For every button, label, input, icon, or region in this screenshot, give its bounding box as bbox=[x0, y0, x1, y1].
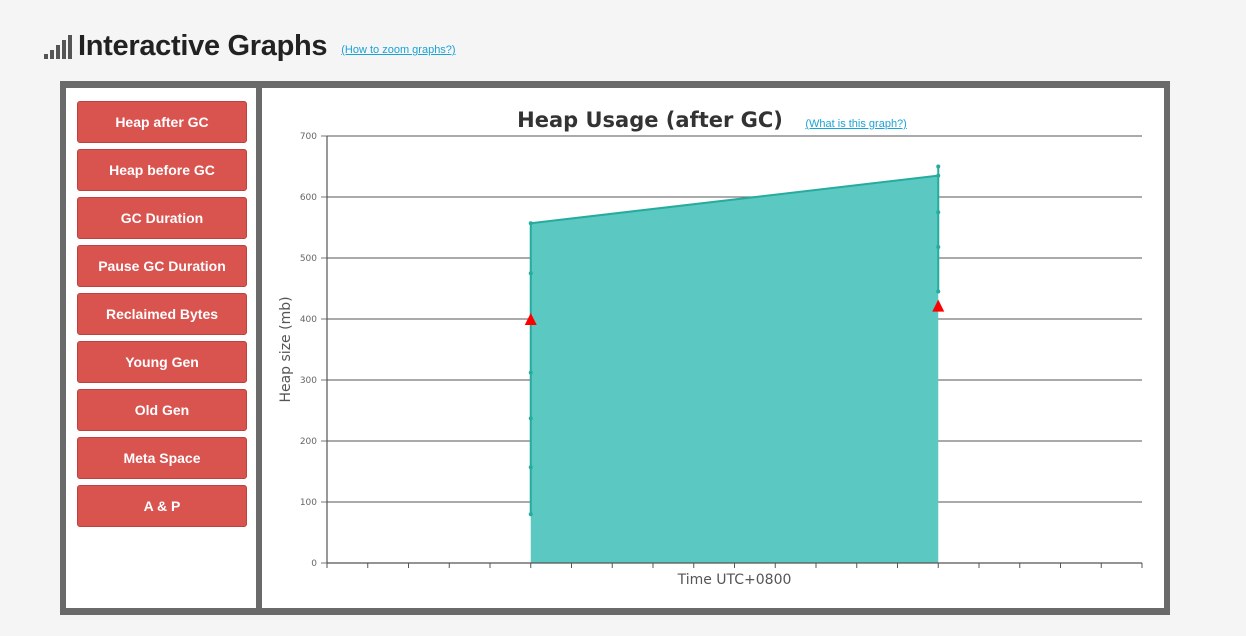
heap-area bbox=[530, 175, 939, 563]
page-header: Interactive Graphs (How to zoom graphs?) bbox=[44, 28, 456, 64]
y-axis-title: Heap size (mb) bbox=[278, 296, 294, 402]
heap-before-gc-button[interactable]: Heap before GC bbox=[77, 149, 247, 191]
gc-duration-button[interactable]: GC Duration bbox=[77, 197, 247, 239]
page-title: Interactive Graphs bbox=[78, 29, 328, 62]
a-and-p-button[interactable]: A & P bbox=[77, 485, 247, 527]
heap-usage-chart[interactable]: Heap Usage (after GC) (What is this grap… bbox=[272, 96, 1152, 599]
heap-data-point[interactable] bbox=[936, 173, 941, 178]
heap-data-point[interactable] bbox=[528, 271, 533, 276]
graphs-frame: Heap after GC Heap before GC GC Duration… bbox=[60, 81, 1170, 615]
meta-space-button[interactable]: Meta Space bbox=[77, 437, 247, 479]
heap-data-point[interactable] bbox=[936, 245, 941, 250]
heap-data-point[interactable] bbox=[936, 164, 941, 169]
heap-data-point[interactable] bbox=[528, 465, 533, 470]
y-tick-label: 600 bbox=[300, 193, 317, 203]
y-tick-label: 0 bbox=[311, 559, 317, 569]
chart-plot[interactable]: 0100200300400500600700Time UTC+0800Heap … bbox=[272, 96, 1152, 599]
heap-data-point[interactable] bbox=[528, 512, 533, 517]
heap-data-point[interactable] bbox=[528, 370, 533, 375]
y-tick-label: 700 bbox=[300, 132, 317, 142]
x-axis-title: Time UTC+0800 bbox=[677, 572, 792, 588]
young-gen-button[interactable]: Young Gen bbox=[77, 341, 247, 383]
heap-data-point[interactable] bbox=[528, 221, 533, 226]
heap-data-point[interactable] bbox=[528, 416, 533, 421]
graph-selector-panel: Heap after GC Heap before GC GC Duration… bbox=[66, 88, 256, 608]
pause-gc-duration-button[interactable]: Pause GC Duration bbox=[77, 245, 247, 287]
zoom-help-link[interactable]: (How to zoom graphs?) bbox=[341, 44, 455, 56]
old-gen-button[interactable]: Old Gen bbox=[77, 389, 247, 431]
reclaimed-bytes-button[interactable]: Reclaimed Bytes bbox=[77, 293, 247, 335]
y-tick-label: 100 bbox=[300, 498, 317, 508]
y-tick-label: 400 bbox=[300, 315, 317, 325]
y-tick-label: 500 bbox=[300, 254, 317, 264]
heap-after-gc-button[interactable]: Heap after GC bbox=[77, 101, 247, 143]
signal-bars-icon bbox=[44, 33, 72, 59]
y-tick-label: 300 bbox=[300, 376, 317, 386]
graph-panel: Heap Usage (after GC) (What is this grap… bbox=[262, 88, 1164, 608]
y-tick-label: 200 bbox=[300, 437, 317, 447]
heap-data-point[interactable] bbox=[936, 210, 941, 215]
heap-data-point[interactable] bbox=[936, 289, 941, 294]
